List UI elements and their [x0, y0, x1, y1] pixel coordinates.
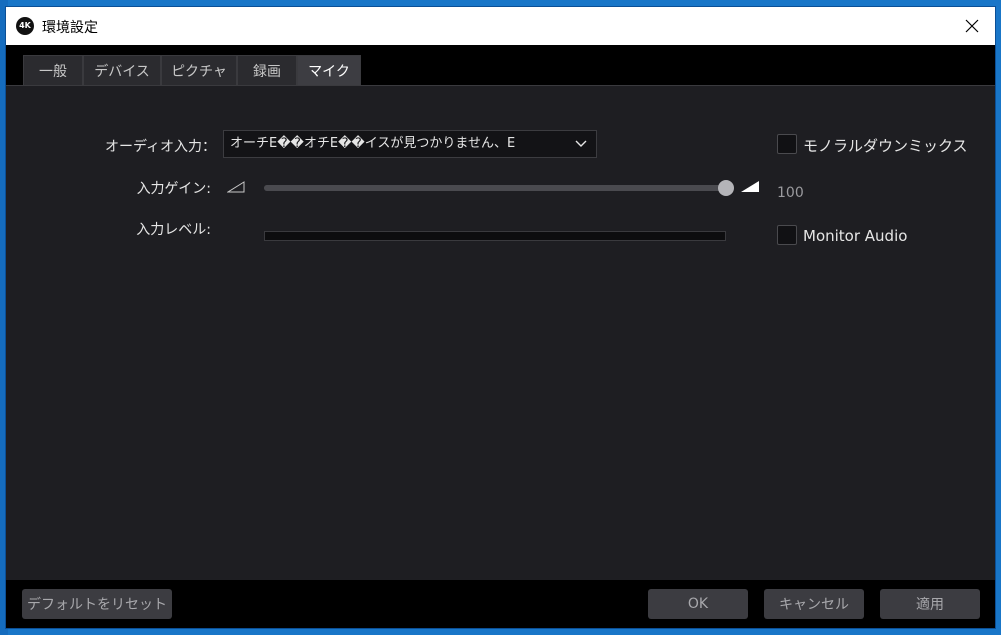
tab-recording[interactable]: 録画: [237, 55, 297, 85]
apply-button[interactable]: 適用: [880, 589, 980, 619]
reset-defaults-button[interactable]: デフォルトをリセット: [22, 589, 172, 619]
audio-input-label: オーディオ入力：: [104, 139, 216, 155]
input-gain-slider[interactable]: [264, 180, 734, 196]
footer-bar: デフォルトをリセット OK キャンセル 適用: [6, 580, 995, 628]
audio-input-value: オーチE��オチE��イスが見つかりません、E: [230, 136, 516, 151]
chevron-down-icon: [575, 140, 587, 147]
mono-downmix-checkbox[interactable]: [777, 134, 797, 154]
input-gain-value: 100: [777, 185, 804, 201]
input-gain-label: 入力ゲイン:: [136, 181, 211, 197]
ok-button[interactable]: OK: [648, 589, 748, 619]
monitor-audio-label: Monitor Audio: [803, 227, 908, 245]
input-level-label: 入力レベル:: [136, 222, 211, 238]
preferences-window: 4K 環境設定 一般 デバイス ピクチャ 録画 マイク オーディオ入力： オーチ…: [6, 7, 995, 628]
tab-devices[interactable]: デバイス: [83, 55, 161, 85]
tab-bar: 一般 デバイス ピクチャ 録画 マイク: [6, 45, 995, 86]
input-gain-thumb[interactable]: [718, 180, 734, 196]
title-bar: 4K 環境設定: [6, 7, 995, 45]
window-title: 環境設定: [42, 20, 98, 36]
tab-general[interactable]: 一般: [23, 55, 83, 85]
monitor-audio-checkbox[interactable]: [777, 225, 797, 245]
cancel-button[interactable]: キャンセル: [764, 589, 864, 619]
tab-microphone[interactable]: マイク: [297, 55, 361, 85]
close-button[interactable]: [949, 7, 995, 45]
app-logo-icon: 4K: [16, 17, 34, 35]
tab-picture[interactable]: ピクチャ: [161, 55, 237, 85]
audio-input-dropdown[interactable]: オーチE��オチE��イスが見つかりません、E: [223, 130, 597, 158]
input-level-meter: [264, 231, 726, 241]
close-icon: [965, 19, 979, 33]
volume-high-icon: [741, 181, 759, 192]
volume-low-icon: [227, 181, 245, 193]
microphone-settings-panel: オーディオ入力： オーチE��オチE��イスが見つかりません、E モノラルダウン…: [6, 86, 995, 580]
mono-downmix-label: モノラルダウンミックス: [803, 137, 968, 155]
input-gain-fill: [264, 185, 726, 191]
